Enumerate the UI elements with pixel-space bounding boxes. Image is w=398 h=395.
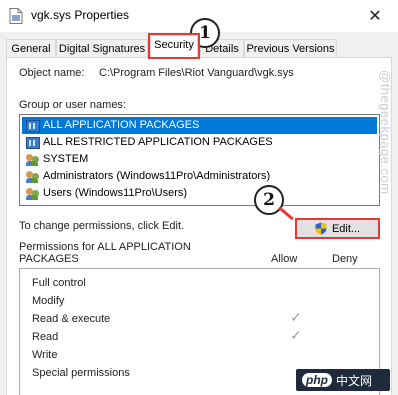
package-icon (26, 136, 40, 149)
users-icon (26, 170, 40, 183)
permission-name: Read (32, 331, 59, 343)
permission-name: Special permissions (32, 367, 130, 379)
edit-button-label: Edit... (331, 222, 361, 235)
edit-button[interactable]: Edit... (295, 218, 380, 239)
list-item[interactable]: Administrators (Windows11Pro\Administrat… (22, 168, 270, 185)
group-name: ALL RESTRICTED APPLICATION PACKAGES (43, 136, 273, 148)
permission-name: Full control (32, 277, 86, 289)
list-item[interactable]: ALL RESTRICTED APPLICATION PACKAGES (22, 134, 273, 151)
users-icon (26, 187, 40, 200)
group-list[interactable]: ALL APPLICATION PACKAGES ALL RESTRICTED … (19, 114, 380, 206)
group-names-label: Group or user names: (19, 99, 126, 111)
users-icon (26, 153, 40, 166)
watermark: @thegeekpage.com (378, 70, 393, 195)
permission-name: Write (32, 349, 58, 361)
package-icon (26, 119, 40, 132)
permission-name: Read & execute (32, 313, 111, 325)
window-title: vgk.sys Properties (31, 8, 130, 22)
tab-digital-signatures[interactable]: Digital Signatures (56, 39, 148, 58)
list-item[interactable]: Users (Windows11Pro\Users) (22, 185, 187, 202)
tab-general[interactable]: General (6, 39, 56, 58)
allow-column-header: Allow (271, 253, 298, 265)
file-icon (9, 8, 23, 24)
close-button[interactable]: ✕ (352, 0, 398, 32)
shield-icon (315, 222, 327, 235)
deny-column-header: Deny (332, 253, 358, 265)
permission-name: Modify (32, 295, 65, 307)
php-logo: php 中文网 (296, 369, 390, 391)
allow-check-icon: ✓ (290, 327, 302, 343)
group-name: Administrators (Windows11Pro\Administrat… (43, 170, 271, 182)
group-name: Users (Windows11Pro\Users) (43, 187, 188, 199)
group-name: ALL APPLICATION PACKAGES (43, 119, 200, 131)
php-logo-text: 中文网 (336, 373, 373, 388)
change-permissions-text: To change permissions, click Edit. (19, 220, 185, 232)
permissions-title: Permissions for ALL APPLICATION PACKAGES (19, 241, 191, 265)
tab-previous-versions[interactable]: Previous Versions (244, 39, 337, 58)
allow-check-icon: ✓ (290, 309, 302, 325)
close-icon: ✕ (368, 8, 382, 25)
group-name: SYSTEM (43, 153, 89, 165)
object-name-label: Object name: (19, 67, 85, 79)
security-tab-highlight (148, 33, 200, 59)
list-item[interactable]: SYSTEM (22, 151, 88, 168)
object-name-value: C:\Program Files\Riot Vanguard\vgk.sys (99, 67, 294, 79)
list-item[interactable]: ALL APPLICATION PACKAGES (22, 117, 377, 134)
php-mark: php (302, 373, 332, 387)
